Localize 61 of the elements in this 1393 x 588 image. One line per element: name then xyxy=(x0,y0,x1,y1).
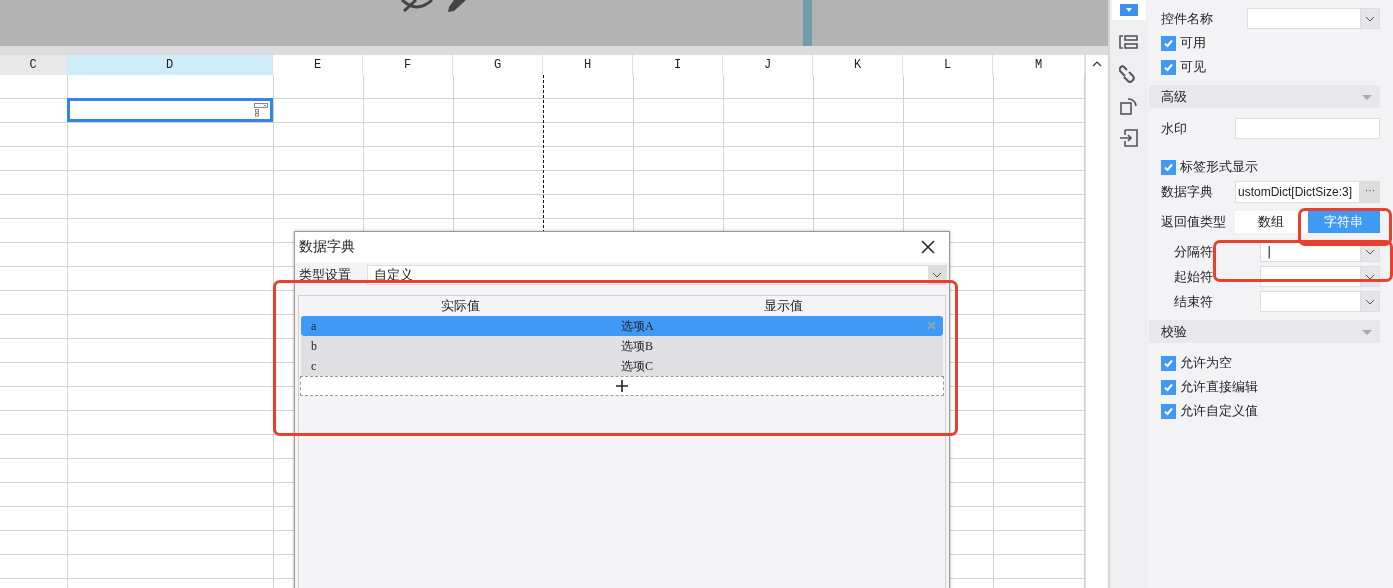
close-icon[interactable] xyxy=(921,240,935,254)
chevron-down-icon xyxy=(1365,298,1375,305)
table-cell-text: 选项C xyxy=(620,357,653,375)
eye-slash-icon[interactable] xyxy=(400,0,434,12)
pencil-icon[interactable] xyxy=(446,0,468,12)
preview-bar xyxy=(803,0,812,46)
checkbox[interactable] xyxy=(1161,379,1176,395)
table-cell-text: a xyxy=(310,318,318,334)
chevron-down-icon xyxy=(932,272,942,278)
toggle-option[interactable]: 数组 xyxy=(1235,210,1308,233)
plus-icon xyxy=(616,380,628,392)
scroll-up-icon[interactable] xyxy=(1092,61,1102,67)
checkbox[interactable] xyxy=(1161,355,1176,371)
table-cell-text: b xyxy=(310,338,318,354)
field-label: 结束符 xyxy=(1173,292,1214,311)
table-row[interactable]: b 选项B xyxy=(301,336,943,356)
dictionary-field[interactable]: ustomDict[DictSize:3] xyxy=(1235,180,1360,203)
field-label: 水印 xyxy=(1161,119,1188,138)
dropdown-field[interactable] xyxy=(1260,291,1380,312)
column-header: 显示值 xyxy=(763,297,804,315)
dropdown-widget-icon[interactable] xyxy=(1119,1,1139,19)
input-field[interactable] xyxy=(1235,118,1380,139)
table-cell-text: c xyxy=(310,358,318,374)
chevron-down-icon xyxy=(1365,273,1375,280)
type-label: 类型设置 xyxy=(299,266,352,284)
dropdown-widget-icon xyxy=(254,103,268,117)
table-row[interactable]: c 选项C xyxy=(301,356,943,376)
field-label: 返回值类型 xyxy=(1161,212,1227,231)
section-header[interactable]: 高级 xyxy=(1149,85,1380,108)
import-icon[interactable] xyxy=(1119,129,1139,147)
field-label: 分隔符 xyxy=(1173,242,1214,261)
checkbox-label: 允许为空 xyxy=(1180,354,1232,372)
checkbox-label: 允许直接编辑 xyxy=(1180,378,1258,396)
document-rotate-icon[interactable] xyxy=(1119,97,1139,115)
table-cell-text: 选项B xyxy=(620,337,653,355)
checkbox[interactable] xyxy=(1161,159,1176,175)
active-cell[interactable] xyxy=(67,98,273,122)
field-label: 起始符 xyxy=(1173,267,1214,286)
dropdown-field[interactable] xyxy=(1260,266,1380,287)
checkbox[interactable] xyxy=(1161,403,1176,419)
column-header: 实际值 xyxy=(440,297,481,315)
checkbox-label: 标签形式显示 xyxy=(1180,158,1258,176)
chevron-down-icon xyxy=(1365,15,1375,22)
dropdown-field[interactable] xyxy=(1247,8,1380,29)
table-cell-text: 选项A xyxy=(620,317,654,335)
field-label: 控件名称 xyxy=(1161,9,1214,28)
checkbox-label: 允许自定义值 xyxy=(1180,402,1258,420)
checkbox-label: 可用 xyxy=(1180,34,1206,52)
checkbox[interactable] xyxy=(1161,59,1176,75)
dialog-title: 数据字典 xyxy=(299,238,355,256)
chevron-down-icon xyxy=(1365,248,1375,255)
checkbox-label: 可见 xyxy=(1180,58,1206,76)
add-row-button[interactable] xyxy=(300,376,944,396)
more-button[interactable]: ··· xyxy=(1360,180,1380,203)
field-label: 数据字典 xyxy=(1161,182,1214,201)
column-header[interactable]: D xyxy=(67,55,273,76)
checkbox[interactable] xyxy=(1161,35,1176,51)
form-list-icon[interactable] xyxy=(1119,33,1139,51)
table-row[interactable]: a 选项A xyxy=(301,316,943,336)
column-header[interactable]: C xyxy=(0,55,67,76)
section-header[interactable]: 校验 xyxy=(1149,320,1380,343)
